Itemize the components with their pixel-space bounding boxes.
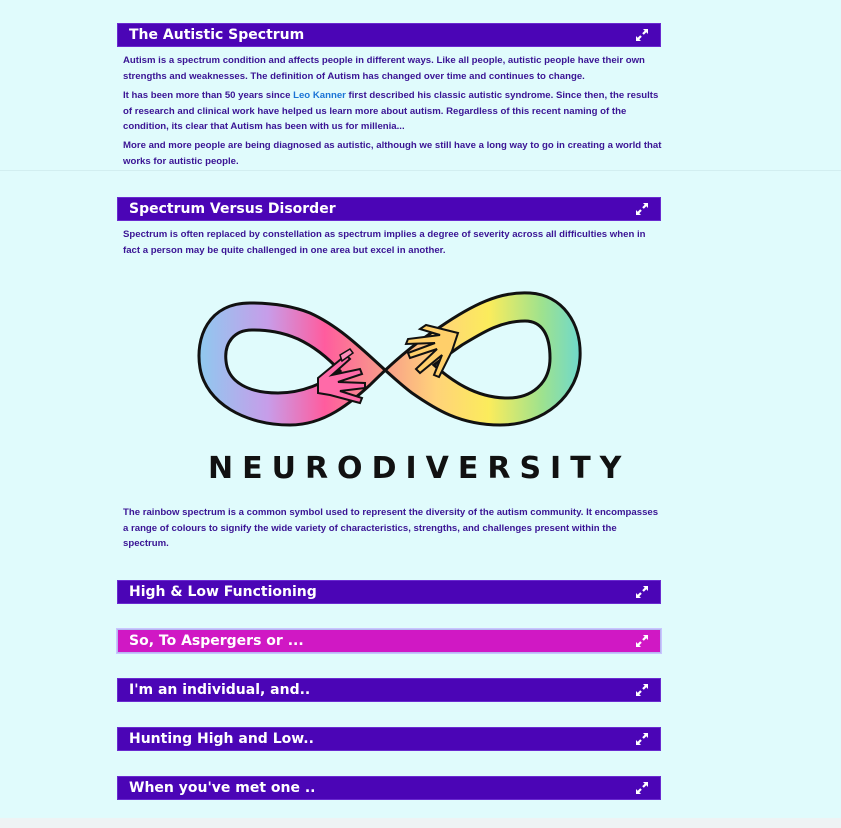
accordion-title: The Autistic Spectrum (129, 27, 305, 43)
neurodiversity-text: NEURODIVERSITY (208, 451, 631, 486)
accordion-header-spectrum-vs-disorder[interactable]: Spectrum Versus Disorder (117, 197, 661, 221)
expand-icon[interactable] (634, 27, 650, 43)
accordion-title: Hunting High and Low.. (129, 731, 314, 747)
paragraph: Spectrum is often replaced by constellat… (123, 229, 646, 256)
accordion-header-aspergers[interactable]: So, To Aspergers or ... (117, 629, 661, 653)
accordion-title: So, To Aspergers or ... (129, 633, 304, 649)
paragraph-text: It has been more than 50 years since (123, 90, 294, 101)
accordion-header-autistic-spectrum[interactable]: The Autistic Spectrum (117, 23, 661, 47)
accordion-title: I'm an individual, and.. (129, 682, 311, 698)
accordion-header-hunting-high-low[interactable]: Hunting High and Low.. (117, 727, 661, 751)
paragraph: The rainbow spectrum is a common symbol … (123, 507, 659, 549)
accordion-title: Spectrum Versus Disorder (129, 201, 336, 217)
page-bottom-strip (0, 818, 841, 828)
section-divider (0, 170, 841, 171)
leo-kanner-link[interactable]: Leo Kanner (293, 90, 346, 101)
accordion-title: High & Low Functioning (129, 584, 317, 600)
expand-icon[interactable] (634, 633, 650, 649)
paragraph: Autism is a spectrum condition and affec… (123, 55, 645, 82)
paragraph: More and more people are being diagnosed… (123, 140, 662, 167)
accordion-header-individual[interactable]: I'm an individual, and.. (117, 678, 661, 702)
expand-icon[interactable] (634, 780, 650, 796)
expand-icon[interactable] (634, 201, 650, 217)
infinity-hands-image (197, 291, 582, 427)
accordion-title: When you've met one .. (129, 780, 316, 796)
expand-icon[interactable] (634, 682, 650, 698)
accordion-header-met-one[interactable]: When you've met one .. (117, 776, 661, 800)
expand-icon[interactable] (634, 731, 650, 747)
accordion-header-high-low-functioning[interactable]: High & Low Functioning (117, 580, 661, 604)
expand-icon[interactable] (634, 584, 650, 600)
paragraph: It has been more than 50 years since Leo… (123, 88, 663, 135)
